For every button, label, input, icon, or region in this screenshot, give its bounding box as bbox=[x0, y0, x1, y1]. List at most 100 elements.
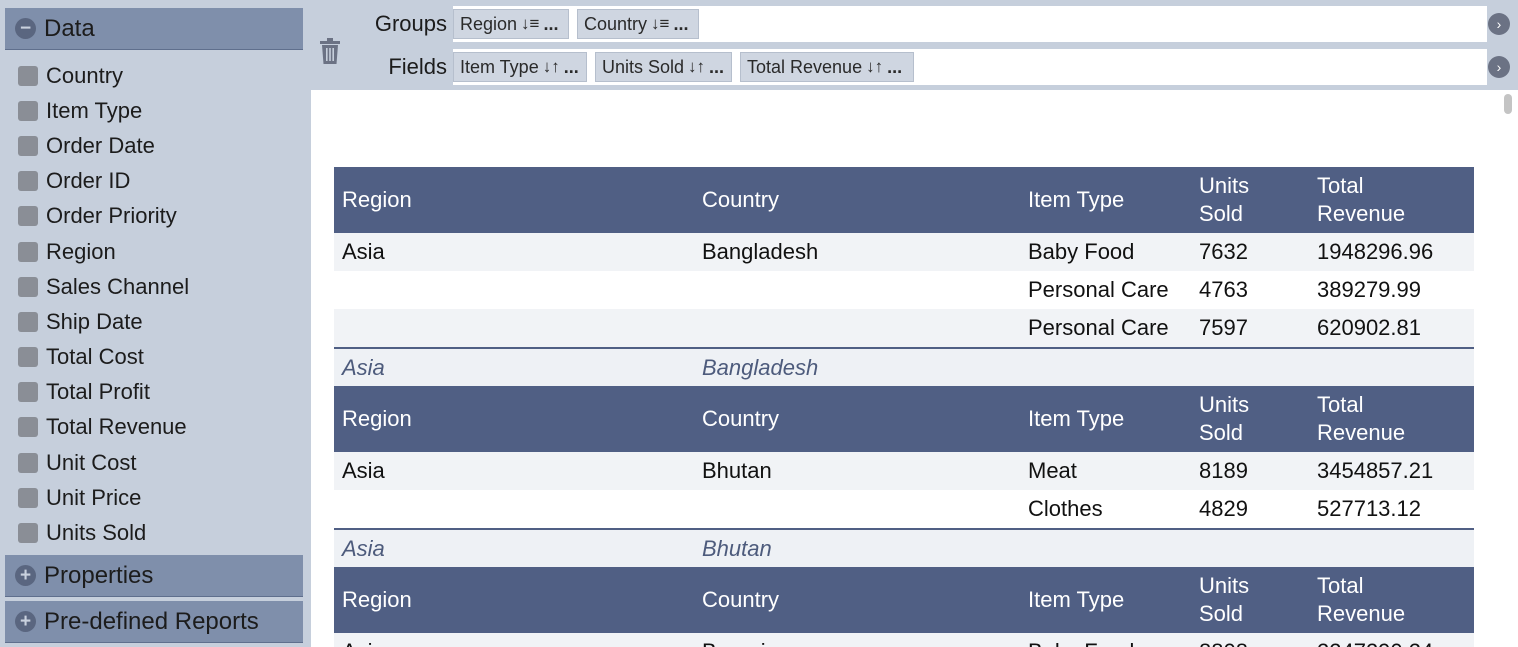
header-region[interactable]: Region bbox=[334, 405, 694, 433]
groups-scroll-right-icon[interactable]: › bbox=[1488, 13, 1510, 35]
header-units-sold[interactable]: Units Sold bbox=[1191, 391, 1309, 447]
report-area: Groups Region ↓≡... Country ↓≡... › Fields … bbox=[311, 0, 1518, 647]
group-chip[interactable]: Country ↓≡... bbox=[577, 9, 699, 39]
predefined-reports-section-header[interactable]: + Pre-defined Reports bbox=[5, 601, 303, 643]
checkbox[interactable] bbox=[18, 171, 38, 192]
header-item-type[interactable]: Item Type bbox=[1020, 186, 1191, 214]
field-label: Total Profit bbox=[46, 379, 150, 405]
checkbox[interactable] bbox=[18, 523, 38, 544]
cell-units-sold: 7597 bbox=[1199, 315, 1248, 340]
checkbox[interactable] bbox=[18, 347, 38, 368]
more-icon[interactable]: ... bbox=[709, 57, 724, 78]
field-item[interactable]: Total Cost bbox=[18, 340, 298, 375]
header-text: Sold bbox=[1199, 601, 1244, 626]
field-item[interactable]: Units Sold bbox=[18, 515, 298, 550]
field-label: Ship Date bbox=[46, 308, 143, 334]
header-text: Units bbox=[1199, 173, 1250, 198]
cell-total-revenue: 3454857.21 bbox=[1317, 458, 1434, 483]
field-item[interactable]: Sales Channel bbox=[18, 269, 298, 304]
header-units-sold[interactable]: Units Sold bbox=[1191, 172, 1309, 228]
sort-icon[interactable]: ↓↑ bbox=[543, 57, 560, 77]
header-region[interactable]: Region bbox=[334, 586, 694, 614]
header-units-sold[interactable]: Units Sold bbox=[1191, 572, 1309, 628]
properties-section-header[interactable]: + Properties bbox=[5, 555, 303, 597]
report-toolbar: Groups Region ↓≡... Country ↓≡... › Fields … bbox=[311, 0, 1518, 90]
field-item[interactable]: Country bbox=[18, 58, 298, 93]
header-item-type[interactable]: Item Type bbox=[1020, 405, 1191, 433]
field-list: Country Item Type Order Date Order ID Order … bbox=[18, 58, 298, 551]
more-icon[interactable]: ... bbox=[887, 57, 902, 78]
more-icon[interactable]: ... bbox=[673, 14, 688, 35]
groups-dropzone[interactable]: Region ↓≡... Country ↓≡... bbox=[453, 6, 1487, 42]
data-section-label: Data bbox=[44, 14, 95, 42]
predefined-reports-section-label: Pre-defined Reports bbox=[44, 607, 259, 635]
cell-country: Bangladesh bbox=[702, 239, 819, 264]
field-chip[interactable]: Units Sold ↓↑... bbox=[595, 52, 732, 82]
data-section-header[interactable]: − Data bbox=[5, 8, 303, 50]
checkbox[interactable] bbox=[18, 311, 38, 332]
field-item[interactable]: Order Date bbox=[18, 128, 298, 163]
cell-total-revenue: 2247290.24 bbox=[1309, 639, 1474, 647]
fields-scroll-right-icon[interactable]: › bbox=[1488, 56, 1510, 78]
header-region[interactable]: Region bbox=[334, 186, 694, 214]
field-chip[interactable]: Item Type ↓↑... bbox=[453, 52, 587, 82]
checkbox[interactable] bbox=[18, 276, 38, 297]
fields-dropzone[interactable]: Item Type ↓↑... Units Sold ↓↑... Total Reven… bbox=[453, 49, 1487, 85]
checkbox[interactable] bbox=[18, 100, 38, 121]
field-item[interactable]: Region bbox=[18, 234, 298, 269]
field-chip[interactable]: Total Revenue ↓↑... bbox=[740, 52, 914, 82]
field-item[interactable]: Unit Price bbox=[18, 480, 298, 515]
field-label: Country bbox=[46, 62, 124, 88]
checkbox[interactable] bbox=[18, 135, 38, 156]
checkbox[interactable] bbox=[18, 417, 38, 438]
sort-icon[interactable]: ↓≡ bbox=[651, 14, 669, 34]
cell-region: Asia bbox=[342, 239, 385, 264]
chip-label: Country bbox=[584, 13, 648, 34]
cell-units-sold: 4829 bbox=[1199, 496, 1248, 521]
header-total-revenue[interactable]: Total Revenue bbox=[1309, 391, 1474, 447]
header-total-revenue[interactable]: Total Revenue bbox=[1309, 572, 1474, 628]
vertical-scrollbar[interactable] bbox=[1504, 94, 1512, 114]
sort-icon[interactable]: ↓≡ bbox=[521, 14, 539, 34]
chip-label: Region bbox=[460, 13, 518, 34]
sort-icon[interactable]: ↓↑ bbox=[866, 57, 883, 77]
field-label: Sales Channel bbox=[46, 273, 190, 299]
header-text: Total bbox=[1317, 392, 1364, 417]
field-item[interactable]: Unit Cost bbox=[18, 445, 298, 480]
field-item[interactable]: Item Type bbox=[18, 93, 298, 128]
table-row: Personal Care 7597 620902.81 bbox=[334, 309, 1474, 347]
checkbox[interactable] bbox=[18, 487, 38, 508]
table-header-row: Region Country Item Type Units Sold Total Reve… bbox=[334, 567, 1474, 633]
header-country[interactable]: Country bbox=[694, 405, 1020, 433]
sort-icon[interactable]: ↓↑ bbox=[688, 57, 705, 77]
field-item[interactable]: Order Priority bbox=[18, 199, 298, 234]
more-icon[interactable]: ... bbox=[564, 57, 579, 78]
more-icon[interactable]: ... bbox=[543, 14, 558, 35]
field-item[interactable]: Total Revenue bbox=[18, 410, 298, 445]
field-label: Item Type bbox=[46, 97, 143, 123]
group-chip[interactable]: Region ↓≡... bbox=[453, 9, 569, 39]
fields-label: Fields bbox=[388, 54, 447, 79]
field-item[interactable]: Ship Date bbox=[18, 304, 298, 339]
header-text: Sold bbox=[1199, 201, 1244, 226]
header-item-type[interactable]: Item Type bbox=[1020, 586, 1191, 614]
cell-item-type: Personal Care bbox=[1028, 277, 1169, 302]
cell-region: Asia bbox=[334, 639, 694, 647]
header-total-revenue[interactable]: Total Revenue bbox=[1309, 172, 1474, 228]
cell-units-sold: 4763 bbox=[1199, 277, 1248, 302]
checkbox[interactable] bbox=[18, 206, 38, 227]
checkbox[interactable] bbox=[18, 241, 38, 262]
header-country[interactable]: Country bbox=[694, 586, 1020, 614]
checkbox[interactable] bbox=[18, 382, 38, 403]
header-text: Units bbox=[1199, 392, 1250, 417]
cell-country: Brunei bbox=[694, 639, 1020, 647]
cell-item-type: Meat bbox=[1028, 458, 1077, 483]
header-country[interactable]: Country bbox=[694, 186, 1020, 214]
checkbox[interactable] bbox=[18, 65, 38, 86]
checkbox[interactable] bbox=[18, 452, 38, 473]
field-item[interactable]: Total Profit bbox=[18, 375, 298, 410]
table-row: Personal Care 4763 389279.99 bbox=[334, 271, 1474, 309]
footer-country: Bangladesh bbox=[702, 354, 819, 380]
field-item[interactable]: Order ID bbox=[18, 164, 298, 199]
cell-total-revenue: 389279.99 bbox=[1317, 277, 1421, 302]
